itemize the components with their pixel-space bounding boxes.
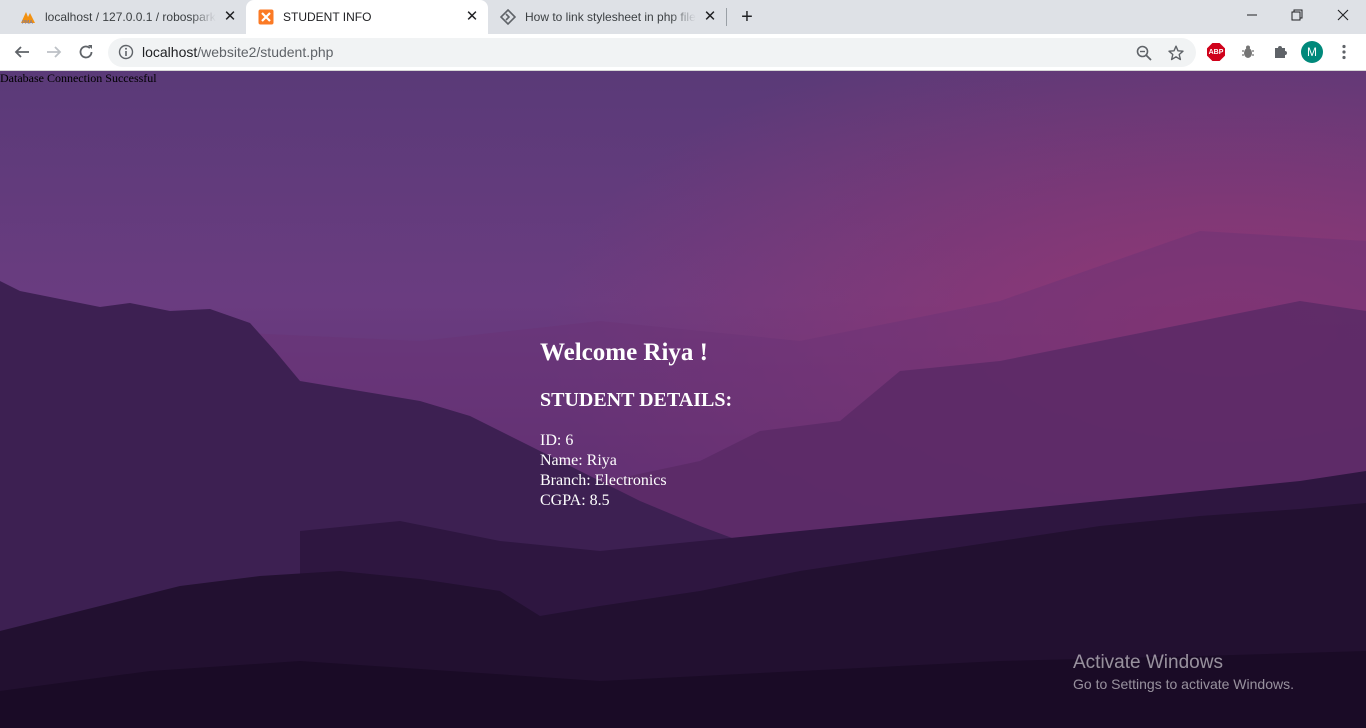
url-text[interactable]: localhost/website2/student.php xyxy=(142,38,333,67)
student-panel: Welcome Riya ! STUDENT DETAILS: ID: 6 Na… xyxy=(540,338,732,511)
diamond-arrow-icon xyxy=(500,9,516,25)
tab-title: STUDENT INFO xyxy=(283,10,372,24)
xampp-icon xyxy=(258,9,274,25)
detail-branch: Branch: Electronics xyxy=(540,472,667,489)
tab-separator xyxy=(726,8,727,26)
zoom-icon[interactable] xyxy=(1134,43,1154,63)
student-details-heading: STUDENT DETAILS: xyxy=(540,389,733,411)
new-tab-icon[interactable]: + xyxy=(737,7,757,27)
detail-cgpa: CGPA: 8.5 xyxy=(540,492,610,509)
forward-icon[interactable] xyxy=(41,39,67,65)
profile-avatar[interactable]: M xyxy=(1301,41,1323,63)
tab-stylesheet-question[interactable]: How to link stylesheet in php file ✕ xyxy=(488,0,726,34)
db-status-text: Database Connection Successful xyxy=(0,71,157,85)
svg-text:PMA: PMA xyxy=(22,20,33,25)
adblock-plus-icon[interactable]: ABP xyxy=(1206,42,1226,62)
student-details-list: ID: 6 Name: Riya Branch: Electronics CGP… xyxy=(540,431,732,511)
url-host: localhost xyxy=(142,44,198,60)
tab-student-info[interactable]: STUDENT INFO ✕ xyxy=(246,0,488,34)
url-path: /website2/student.php xyxy=(197,44,334,60)
activate-windows-watermark: Activate Windows Go to Settings to activ… xyxy=(1073,651,1294,693)
detail-name: Name: Riya xyxy=(540,452,617,469)
browser-toolbar: localhost/website2/student.php ABP M xyxy=(0,34,1366,71)
bookmark-star-icon[interactable] xyxy=(1166,43,1186,63)
page-viewport: Database Connection Successful Welcome R… xyxy=(0,71,1366,728)
activate-windows-title: Activate Windows xyxy=(1073,652,1223,673)
close-icon[interactable]: ✕ xyxy=(464,9,480,25)
tab-phpmyadmin[interactable]: PMA localhost / 127.0.0.1 / robospark ✕ xyxy=(8,0,246,34)
window-close-icon[interactable] xyxy=(1320,0,1366,30)
back-icon[interactable] xyxy=(9,39,35,65)
phpmyadmin-icon: PMA xyxy=(21,12,35,25)
info-icon[interactable] xyxy=(118,44,134,60)
kebab-menu-icon[interactable] xyxy=(1336,42,1352,62)
restore-icon[interactable] xyxy=(1274,0,1320,30)
minimize-icon[interactable] xyxy=(1229,0,1275,30)
tab-strip: PMA localhost / 127.0.0.1 / robospark ✕ … xyxy=(0,0,1366,34)
welcome-heading: Welcome Riya ! xyxy=(540,339,709,366)
tab-title: localhost / 127.0.0.1 / robospark xyxy=(45,10,216,24)
detail-id: ID: 6 xyxy=(540,432,574,449)
close-icon[interactable]: ✕ xyxy=(702,9,718,25)
close-icon[interactable]: ✕ xyxy=(222,9,238,25)
address-bar[interactable]: localhost/website2/student.php xyxy=(108,38,1196,67)
activate-windows-subtitle: Go to Settings to activate Windows. xyxy=(1073,676,1294,692)
tab-title: How to link stylesheet in php file xyxy=(525,10,696,24)
extensions-puzzle-icon[interactable] xyxy=(1270,42,1290,62)
reload-icon[interactable] xyxy=(73,39,99,65)
bug-extension-icon[interactable] xyxy=(1238,42,1258,62)
